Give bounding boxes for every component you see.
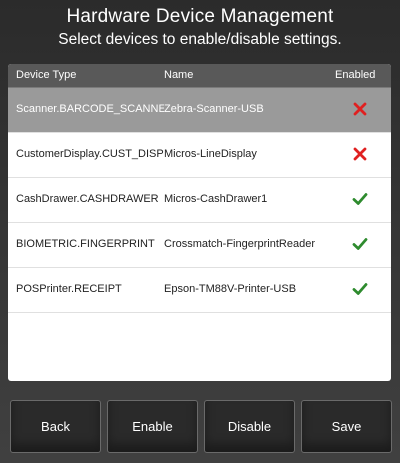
- cross-icon: [350, 99, 370, 119]
- table-row[interactable]: CustomerDisplay.CUST_DISPLAY Micros-Line…: [8, 133, 391, 178]
- table-header: Device Type Name Enabled: [8, 64, 391, 88]
- page-subtitle: Select devices to enable/disable setting…: [58, 31, 342, 48]
- page-title: Hardware Device Management: [66, 6, 334, 27]
- save-button[interactable]: Save: [301, 400, 392, 453]
- check-icon: [350, 189, 370, 209]
- enable-button[interactable]: Enable: [107, 400, 198, 453]
- action-bar: Back Enable Disable Save: [0, 400, 400, 456]
- table-body: Scanner.BARCODE_SCANNER Zebra-Scanner-US…: [8, 88, 391, 313]
- back-button[interactable]: Back: [10, 400, 101, 453]
- column-header-name: Name: [164, 69, 194, 81]
- device-type-cell: CustomerDisplay.CUST_DISPLAY: [16, 148, 164, 160]
- column-header-device-type: Device Type: [16, 69, 77, 81]
- column-header-enabled: Enabled: [335, 69, 376, 81]
- header: Hardware Device Management Select device…: [0, 0, 400, 64]
- device-table: Device Type Name Enabled Scanner.BARCODE…: [8, 64, 391, 381]
- device-type-cell: BIOMETRIC.FINGERPRINT: [16, 238, 155, 250]
- hardware-device-management-screen: Hardware Device Management Select device…: [0, 0, 400, 463]
- device-type-cell: POSPrinter.RECEIPT: [16, 283, 122, 295]
- device-name-cell: Epson-TM88V-Printer-USB: [164, 283, 297, 295]
- device-name-cell: Crossmatch-FingerprintReader: [164, 238, 315, 250]
- device-name-cell: Micros-CashDrawer1: [164, 193, 268, 205]
- table-row[interactable]: CashDrawer.CASHDRAWER Micros-CashDrawer1: [8, 178, 391, 223]
- check-icon: [350, 279, 370, 299]
- cross-icon: [350, 144, 370, 164]
- table-row[interactable]: POSPrinter.RECEIPT Epson-TM88V-Printer-U…: [8, 268, 391, 313]
- table-row[interactable]: BIOMETRIC.FINGERPRINT Crossmatch-Fingerp…: [8, 223, 391, 268]
- device-name-cell: Zebra-Scanner-USB: [164, 103, 264, 115]
- device-type-cell: CashDrawer.CASHDRAWER: [16, 193, 159, 205]
- check-icon: [350, 234, 370, 254]
- table-row[interactable]: Scanner.BARCODE_SCANNER Zebra-Scanner-US…: [8, 88, 391, 133]
- device-name-cell: Micros-LineDisplay: [164, 148, 257, 160]
- device-type-cell: Scanner.BARCODE_SCANNER: [16, 103, 164, 115]
- disable-button[interactable]: Disable: [204, 400, 295, 453]
